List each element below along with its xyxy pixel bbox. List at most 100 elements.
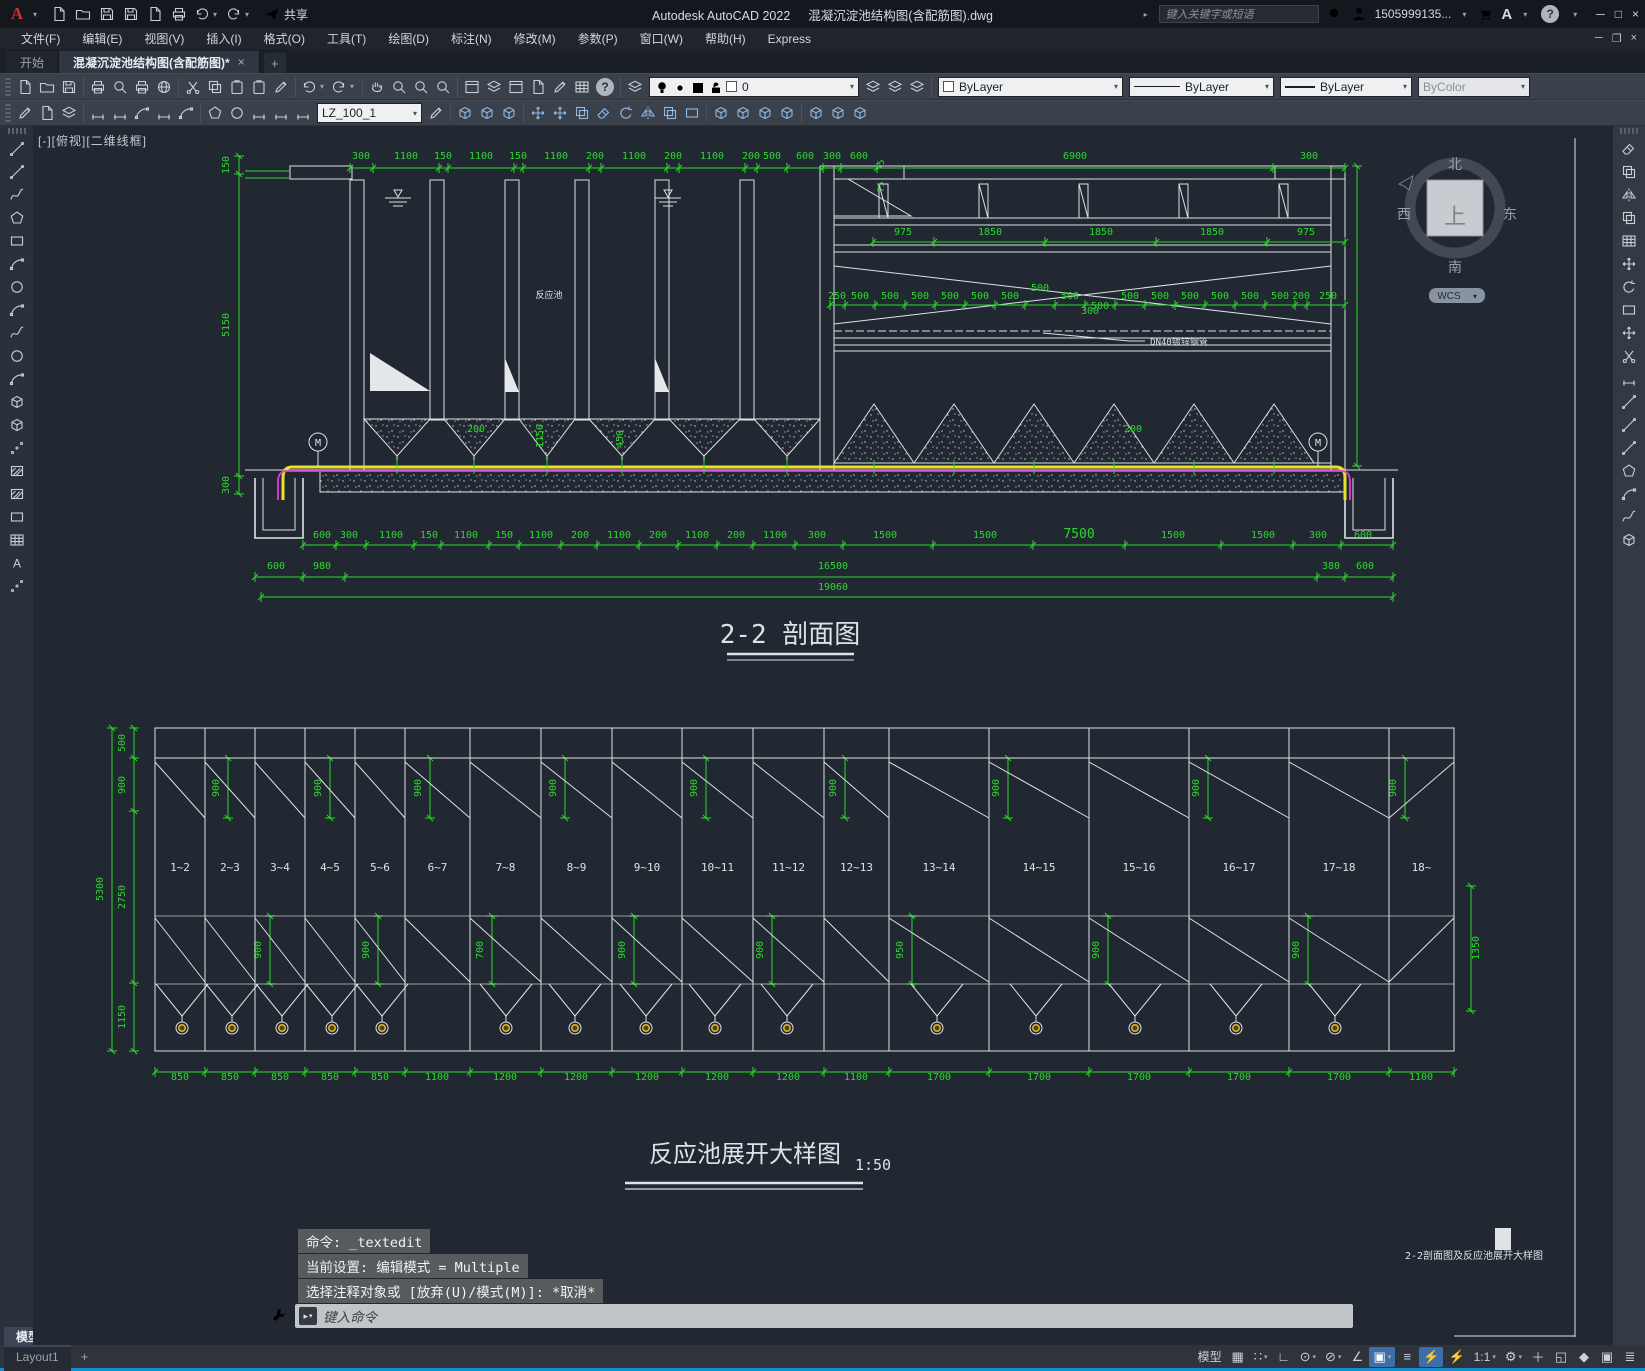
layer-dropdown-arrow-icon[interactable]: ▾: [850, 82, 854, 91]
mtext-button[interactable]: [6, 552, 28, 574]
mirror-button[interactable]: [1618, 184, 1640, 206]
layer-on-bulb-icon[interactable]: [654, 80, 667, 93]
dim-radius-button[interactable]: [175, 102, 197, 124]
toolbar-grip[interactable]: [1620, 128, 1638, 134]
menu-w[interactable]: 窗口(W): [629, 30, 694, 48]
cart-icon[interactable]: [1477, 6, 1493, 22]
cut-clip-button[interactable]: [182, 76, 204, 98]
dim-linear-button[interactable]: [87, 102, 109, 124]
save-as-button[interactable]: [120, 3, 142, 25]
sheet-set-manager-button[interactable]: [527, 76, 549, 98]
copy-clip-button[interactable]: [204, 76, 226, 98]
open-file-button[interactable]: [72, 3, 94, 25]
scale-button[interactable]: [1618, 299, 1640, 321]
layout-tab-layout1[interactable]: Layout1: [4, 1346, 71, 1367]
zoom-previous-button[interactable]: [432, 76, 454, 98]
line-button[interactable]: [6, 138, 28, 160]
customize-status-bar-toggle[interactable]: ≣: [1619, 1347, 1641, 1367]
subtract-button[interactable]: [476, 102, 498, 124]
menu-m[interactable]: 修改(M): [503, 30, 567, 48]
menu-d[interactable]: 绘图(D): [377, 30, 440, 48]
explode-button[interactable]: [1618, 529, 1640, 551]
linetype-dropdown[interactable]: ByLayer ▾: [1129, 76, 1275, 97]
app-logo-icon[interactable]: A: [4, 3, 30, 25]
tab-document[interactable]: 混凝沉淀池结构图(含配筋图)* ×: [59, 51, 260, 73]
copy-button[interactable]: [1618, 161, 1640, 183]
trim-button[interactable]: [1618, 345, 1640, 367]
dim-ordinate-button[interactable]: [153, 102, 175, 124]
layer-freeze-sun-icon[interactable]: [672, 80, 686, 93]
separate-button[interactable]: [754, 102, 776, 124]
arc-button[interactable]: [6, 253, 28, 275]
rotate-button[interactable]: [1618, 276, 1640, 298]
dimstyle-dropdown[interactable]: LZ_100_1 ▾: [317, 103, 422, 123]
dim-arc-length-button[interactable]: [131, 102, 153, 124]
plotstyle-dropdown[interactable]: ByColor ▾: [1418, 76, 1531, 97]
user-icon[interactable]: [1351, 6, 1367, 22]
new-tab-button[interactable]: +: [263, 53, 286, 73]
copy-faces-button[interactable]: [659, 102, 681, 124]
delete-faces-button[interactable]: [593, 102, 615, 124]
model-space-button[interactable]: 模型: [1194, 1347, 1226, 1367]
qsave-button[interactable]: [58, 76, 80, 98]
object-snap-toggle[interactable]: ▣ ▾: [1369, 1346, 1396, 1367]
zoom-window-button[interactable]: [410, 76, 432, 98]
revision-cloud-button[interactable]: [6, 299, 28, 321]
quick-dimension-button[interactable]: [248, 102, 270, 124]
join-button[interactable]: [1618, 437, 1640, 459]
color-dropdown[interactable]: ByLayer ▾: [938, 76, 1124, 97]
menu-o[interactable]: 格式(O): [253, 30, 316, 48]
doc-minimize-button[interactable]: ─: [1595, 32, 1603, 45]
rotate-faces-button[interactable]: [615, 102, 637, 124]
plot-button[interactable]: [168, 3, 190, 25]
doc-close-button[interactable]: ×: [1631, 32, 1637, 45]
layer-previous-button[interactable]: [884, 76, 906, 98]
toolbar-grip[interactable]: [5, 104, 11, 122]
ortho-mode-toggle[interactable]: ∟: [1273, 1347, 1295, 1367]
match-properties-button[interactable]: [270, 76, 292, 98]
menu-f[interactable]: 文件(F): [10, 30, 71, 48]
taper-faces-button[interactable]: [637, 102, 659, 124]
dim-baseline-button[interactable]: [270, 102, 292, 124]
ellipse-arc-button[interactable]: [6, 368, 28, 390]
search-expand-icon[interactable]: ▸: [1144, 10, 1148, 19]
new-layout-button[interactable]: +: [73, 1349, 97, 1364]
make-block-button[interactable]: [6, 414, 28, 436]
erase-button[interactable]: [1618, 138, 1640, 160]
shell-button[interactable]: [776, 102, 798, 124]
quickcalc-button[interactable]: [571, 76, 593, 98]
menu-express[interactable]: Express: [757, 30, 822, 48]
drawing-canvas[interactable]: 300 1100 150 1100 150 1100 200 1100 200 1100 200 50…: [33, 126, 1613, 1345]
share-button[interactable]: 共享: [264, 6, 308, 23]
offset-button[interactable]: [1618, 207, 1640, 229]
tab-close-icon[interactable]: ×: [238, 55, 245, 69]
tool-palettes-button[interactable]: [505, 76, 527, 98]
search-icon[interactable]: [1327, 6, 1343, 22]
undo-button[interactable]: ▾: [299, 76, 329, 98]
command-input[interactable]: 键入命令: [323, 1306, 377, 1326]
construction-line-button[interactable]: [6, 161, 28, 183]
new-file-button[interactable]: [48, 3, 70, 25]
edit-text-button[interactable]: [14, 102, 36, 124]
search-input[interactable]: 键入关键字或短语: [1158, 5, 1319, 23]
spline-button[interactable]: [6, 322, 28, 344]
redo-button[interactable]: ▾: [224, 3, 254, 25]
intersect-button[interactable]: [498, 102, 520, 124]
fillet-button[interactable]: [1618, 483, 1640, 505]
minimize-button[interactable]: ─: [1596, 7, 1605, 21]
layer-unlock-icon[interactable]: [708, 80, 721, 93]
properties-palette-button[interactable]: [461, 76, 483, 98]
etransmit-button[interactable]: [153, 76, 175, 98]
undo-button[interactable]: ▾: [192, 3, 222, 25]
dim-update-button[interactable]: [425, 102, 447, 124]
toolbar-grip[interactable]: [7, 128, 26, 134]
rectangle-button[interactable]: [6, 230, 28, 252]
polyline-button[interactable]: [6, 184, 28, 206]
tab-start[interactable]: 开始: [6, 51, 60, 73]
layer-dropdown[interactable]: 0 ▾: [649, 76, 860, 97]
menu-i[interactable]: 插入(I): [195, 30, 252, 48]
paste-block-button[interactable]: [248, 76, 270, 98]
dim-continue-button[interactable]: [292, 102, 314, 124]
dim-angular-button[interactable]: [204, 102, 226, 124]
viewport-controls[interactable]: [-][俯视][二维线框]: [38, 132, 147, 149]
